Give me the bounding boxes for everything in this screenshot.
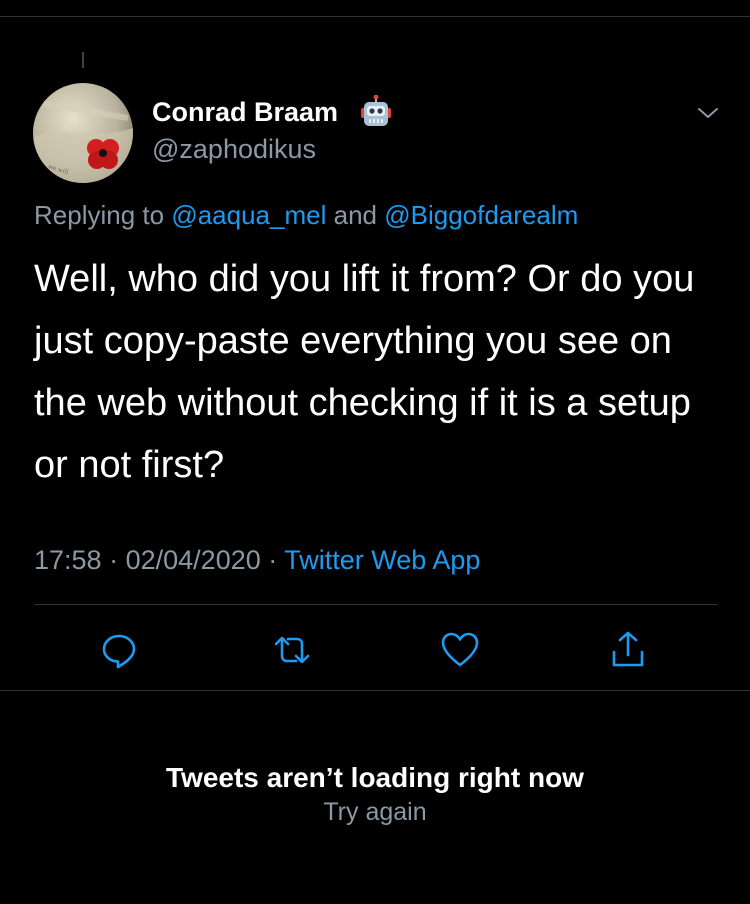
reply-button[interactable] bbox=[99, 630, 139, 670]
top-divider bbox=[0, 16, 750, 17]
meta-divider bbox=[34, 604, 718, 605]
replying-to-line: Replying to @aaqua_mel and @Biggofdareal… bbox=[34, 200, 578, 231]
heart-icon bbox=[441, 632, 479, 667]
error-message: Tweets aren’t loading right now bbox=[166, 762, 584, 793]
tweet-text: Well, who did you lift it from? Or do yo… bbox=[34, 258, 695, 486]
section-divider bbox=[0, 690, 750, 691]
robot-face-icon bbox=[361, 95, 391, 126]
like-button[interactable] bbox=[440, 630, 480, 670]
meta-separator: · bbox=[109, 545, 119, 575]
tweet-date[interactable]: 02/04/2020 bbox=[126, 545, 261, 575]
tweet-meta: 17:58 · 02/04/2020 · Twitter Web App bbox=[34, 545, 480, 576]
mention-conjunction: and bbox=[333, 200, 377, 230]
avatar-image: we will bbox=[33, 83, 133, 183]
avatar[interactable]: we will bbox=[33, 83, 133, 183]
tweet-source[interactable]: Twitter Web App bbox=[284, 545, 480, 575]
share-icon bbox=[612, 631, 644, 667]
mention-link[interactable]: @Biggofdarealm bbox=[384, 200, 578, 230]
meta-separator: · bbox=[268, 545, 278, 575]
replying-to-label: Replying to bbox=[34, 200, 165, 230]
reply-icon bbox=[102, 634, 136, 669]
try-again-button[interactable]: Try again bbox=[0, 798, 750, 827]
mention-link[interactable]: @aaqua_mel bbox=[171, 200, 326, 230]
author-name[interactable]: Conrad Braam bbox=[152, 97, 338, 128]
author-handle[interactable]: @zaphodikus bbox=[152, 134, 316, 165]
thread-connector-line bbox=[82, 52, 84, 68]
retweet-icon bbox=[274, 636, 310, 664]
chevron-down-icon[interactable] bbox=[696, 103, 720, 123]
share-button[interactable] bbox=[608, 630, 648, 670]
tweet-time[interactable]: 17:58 bbox=[34, 545, 102, 575]
retweet-button[interactable] bbox=[272, 630, 312, 670]
